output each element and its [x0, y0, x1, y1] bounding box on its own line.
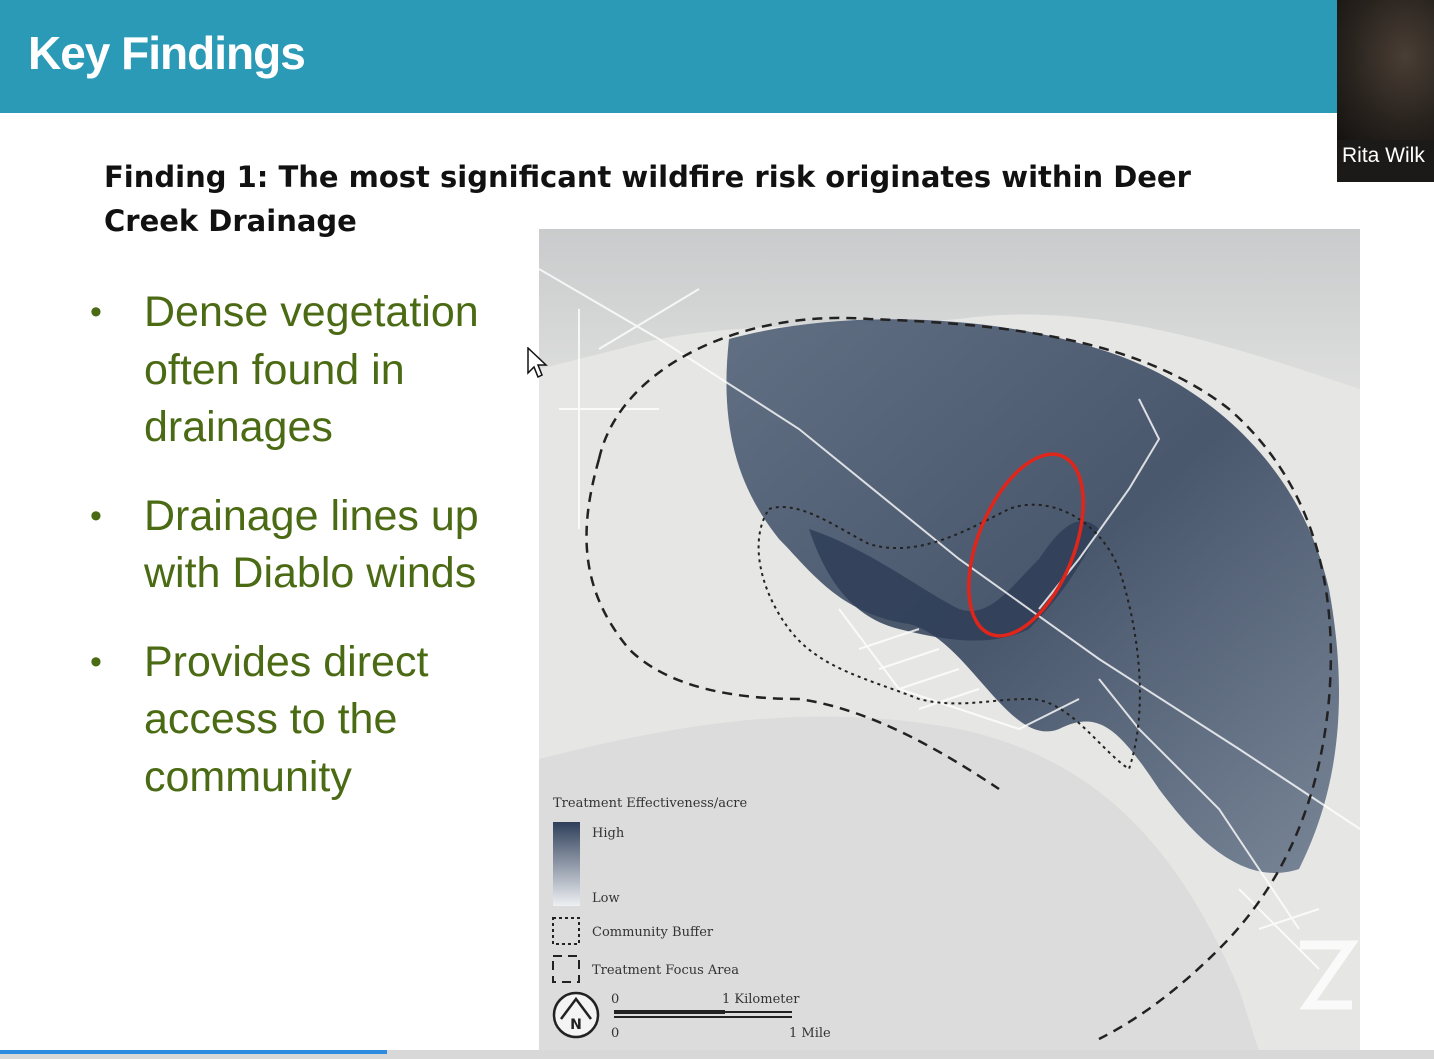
- map-graphic: Treatment Effectiveness/acre High Low Co…: [539, 229, 1360, 1051]
- legend-low-label: Low: [592, 891, 620, 906]
- scale-km-label: 1 Kilometer: [722, 992, 800, 1007]
- north-arrow-icon: N: [552, 991, 600, 1039]
- bullet-text: Provides direct access to the community: [144, 637, 429, 801]
- bullet-icon: •: [90, 293, 102, 331]
- progress-fill: [0, 1050, 388, 1054]
- bullet-item: • Dense vegetation often found in draina…: [86, 284, 516, 457]
- bullet-text: Dense vegetation often found in drainage…: [144, 288, 479, 451]
- scale-mile-zero: 0: [611, 1026, 619, 1041]
- legend-high-label: High: [592, 826, 625, 841]
- bullet-icon: •: [90, 642, 102, 681]
- participant-name: Rita Wilk: [1342, 144, 1425, 167]
- scale-mile-label: 1 Mile: [789, 1026, 831, 1041]
- participant-video-tile[interactable]: Rita Wilk: [1337, 0, 1434, 182]
- legend-gradient: [553, 822, 580, 906]
- legend-title: Treatment Effectiveness/acre: [553, 796, 747, 811]
- slide-title: Key Findings: [28, 27, 306, 79]
- slide-header: Key Findings: [0, 0, 1340, 113]
- zoom-watermark-icon: [1290, 930, 1434, 1020]
- wildfire-map: Treatment Effectiveness/acre High Low Co…: [539, 229, 1360, 1051]
- participant-video-feed: [1337, 0, 1434, 140]
- bullet-item: • Provides direct access to the communit…: [86, 634, 516, 807]
- bullet-item: • Drainage lines up with Diablo winds: [86, 488, 516, 603]
- bullet-text: Drainage lines up with Diablo winds: [144, 491, 479, 598]
- legend-treatment-focus-label: Treatment Focus Area: [592, 963, 739, 978]
- scale-km-zero: 0: [611, 992, 619, 1007]
- presentation-progress-bar[interactable]: [0, 1050, 1434, 1059]
- legend-community-buffer-label: Community Buffer: [592, 925, 714, 940]
- north-label: N: [570, 1017, 582, 1033]
- bullet-icon: •: [90, 496, 102, 535]
- bullet-list: • Dense vegetation often found in draina…: [86, 284, 516, 837]
- mouse-cursor-icon: [527, 347, 548, 379]
